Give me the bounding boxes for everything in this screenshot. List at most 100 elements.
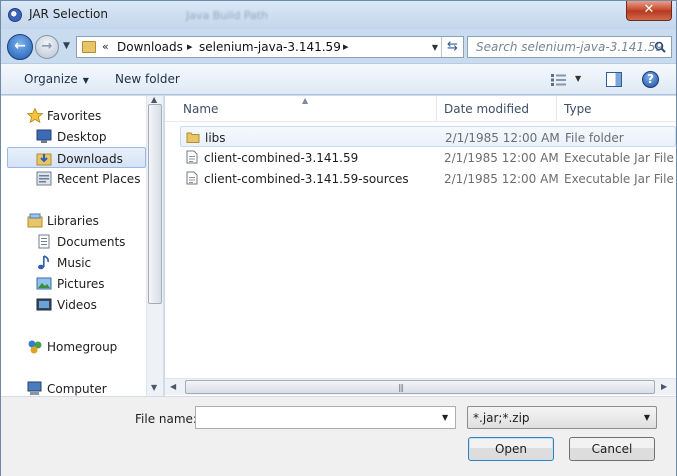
file-name: client-combined-3.141.59	[204, 151, 359, 165]
pictures-icon	[36, 277, 52, 290]
file-type: File folder	[565, 131, 624, 145]
search-box[interactable]: Search selenium-java-3.141.59	[467, 36, 672, 58]
file-row-client-combined[interactable]: client-combined-3.141.59 2/1/1985 12:00 …	[180, 147, 676, 168]
navigation-row: ← → ▼ « Downloads ▸ selenium-java-3.141.…	[1, 29, 676, 63]
nav-item-pictures[interactable]: Pictures	[1, 273, 146, 294]
file-name: client-combined-3.141.59-sources	[204, 172, 409, 186]
videos-icon	[36, 298, 52, 311]
refresh-icon: ⇆	[447, 39, 458, 54]
nav-label: Downloads	[57, 152, 123, 166]
nav-label: Homegroup	[47, 340, 118, 354]
nav-item-favorites[interactable]: Favorites	[1, 105, 146, 126]
file-name-label: File name:	[135, 412, 197, 426]
scroll-right-icon[interactable]: ▶	[661, 382, 667, 391]
navigation-pane-scrollbar[interactable]: ▲ ▼	[146, 95, 163, 396]
search-icon[interactable]	[654, 41, 666, 53]
refresh-button[interactable]: ⇆	[441, 37, 463, 57]
nav-label: Computer	[47, 382, 107, 396]
nav-item-videos[interactable]: Videos	[1, 294, 146, 315]
change-view-icon[interactable]	[550, 73, 568, 87]
forward-button[interactable]: →	[35, 35, 59, 59]
nav-item-music[interactable]: Music	[1, 252, 146, 273]
file-list: ▲ Name Date modified Type libs 2/1/1985 …	[165, 96, 676, 396]
nav-label: Libraries	[47, 214, 99, 228]
preview-pane-icon[interactable]	[606, 72, 622, 87]
scroll-up-icon[interactable]: ▲	[151, 95, 157, 104]
cancel-button[interactable]: Cancel	[569, 437, 655, 461]
jar-file-icon	[186, 171, 198, 185]
nav-label: Pictures	[57, 277, 105, 291]
organize-label: Organize	[24, 72, 78, 86]
nav-label: Documents	[57, 235, 126, 249]
help-icon[interactable]: ?	[642, 71, 659, 88]
organize-button[interactable]: Organize ▼	[24, 72, 89, 86]
file-list-horizontal-scrollbar[interactable]: ◀ ||| ▶	[165, 378, 676, 395]
address-history-chevron[interactable]: «	[102, 40, 109, 53]
scrollbar-thumb[interactable]	[148, 104, 162, 304]
folder-icon	[186, 132, 200, 143]
breadcrumb-separator-icon[interactable]: ▸	[343, 40, 349, 53]
nav-label: Desktop	[57, 130, 107, 144]
column-header-date-modified[interactable]: Date modified	[437, 96, 557, 122]
breadcrumb-downloads[interactable]: Downloads	[117, 40, 183, 54]
nav-label: Recent Places	[57, 172, 141, 186]
navigation-pane: Favorites Desktop Downloads Recent Place…	[1, 96, 164, 396]
star-icon	[27, 108, 43, 123]
nav-item-libraries[interactable]: Libraries	[1, 210, 146, 231]
column-header-type[interactable]: Type	[557, 96, 676, 122]
nav-item-documents[interactable]: Documents	[1, 231, 146, 252]
nav-item-computer[interactable]: Computer	[1, 378, 146, 396]
view-options-dropdown[interactable]: ▼	[575, 74, 581, 83]
window-title: JAR Selection	[29, 7, 108, 21]
file-row-client-combined-sources[interactable]: client-combined-3.141.59-sources 2/1/198…	[180, 168, 676, 189]
close-button[interactable]: ✕	[626, 1, 672, 21]
nav-item-desktop[interactable]: Desktop	[1, 126, 146, 147]
search-placeholder: Search selenium-java-3.141.59	[476, 40, 664, 54]
chevron-down-icon: ▼	[643, 413, 650, 422]
background-window-title: Java Build Path	[186, 9, 269, 22]
nav-item-homegroup[interactable]: Homegroup	[1, 336, 146, 357]
scrollbar-thumb[interactable]: |||	[185, 380, 655, 394]
documents-icon	[38, 234, 50, 249]
file-type-filter-value: *.jar;*.zip	[473, 411, 530, 425]
file-date: 2/1/1985 12:00 AM	[444, 151, 559, 165]
nav-label: Favorites	[47, 109, 102, 123]
open-button[interactable]: Open	[468, 437, 554, 461]
nav-item-downloads[interactable]: Downloads	[7, 147, 146, 168]
file-name-dropdown-icon[interactable]: ▼	[442, 413, 448, 422]
breadcrumb-selenium[interactable]: selenium-java-3.141.59	[199, 40, 341, 54]
breadcrumb-separator-icon[interactable]: ▸	[187, 40, 193, 53]
nav-item-recent-places[interactable]: Recent Places	[1, 168, 146, 189]
scroll-left-icon[interactable]: ◀	[170, 382, 176, 391]
forward-arrow-icon: →	[41, 39, 53, 54]
folder-icon	[82, 41, 96, 53]
file-date: 2/1/1985 12:00 AM	[444, 172, 559, 186]
scroll-down-icon[interactable]: ▼	[151, 383, 157, 392]
close-icon: ✕	[643, 2, 655, 17]
address-dropdown-icon[interactable]: ▼	[432, 43, 438, 52]
libraries-icon	[27, 213, 43, 228]
recent-pages-dropdown[interactable]: ▼	[63, 41, 70, 51]
new-folder-button[interactable]: New folder	[115, 72, 180, 86]
file-name-input[interactable]	[195, 406, 456, 429]
title-bar[interactable]: JAR Selection Java Build Path ✕	[1, 1, 676, 29]
back-arrow-icon: ←	[14, 38, 26, 54]
app-icon	[8, 8, 22, 22]
chevron-down-icon: ▼	[82, 76, 89, 85]
file-type-filter-select[interactable]: *.jar;*.zip ▼	[467, 406, 657, 429]
nav-label: Music	[57, 256, 92, 270]
back-button[interactable]: ←	[7, 34, 33, 60]
column-header-row: ▲ Name Date modified Type	[165, 96, 676, 122]
jar-file-icon	[186, 150, 198, 164]
homegroup-icon	[28, 340, 42, 354]
column-header-name[interactable]: Name	[165, 96, 437, 122]
address-bar[interactable]: « Downloads ▸ selenium-java-3.141.59 ▸ ▼…	[76, 36, 464, 58]
file-name: libs	[205, 131, 226, 145]
recent-places-icon	[36, 171, 52, 186]
nav-label: Videos	[57, 298, 97, 312]
music-icon	[38, 255, 49, 270]
file-row-libs[interactable]: libs 2/1/1985 12:00 AM File folder	[180, 126, 676, 147]
file-type: Executable Jar File	[564, 172, 674, 186]
downloads-folder-icon	[36, 153, 52, 166]
file-type: Executable Jar File	[564, 151, 674, 165]
